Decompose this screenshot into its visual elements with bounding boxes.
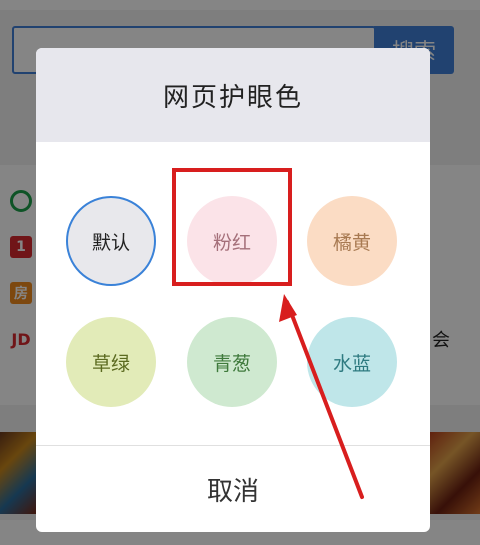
- eye-care-color-dialog: 网页护眼色 默认 粉红 橘黄 草绿 青葱 水蓝 取消: [36, 48, 430, 532]
- color-option-pink[interactable]: 粉红: [187, 196, 277, 286]
- jd-icon[interactable]: JD: [10, 328, 32, 350]
- list-text: 会: [432, 330, 450, 351]
- color-option-grass-green[interactable]: 草绿: [66, 317, 156, 407]
- color-options: 默认 粉红 橘黄 草绿 青葱 水蓝: [36, 142, 430, 448]
- color-option-default[interactable]: 默认: [66, 196, 156, 286]
- house-icon[interactable]: 房: [10, 282, 32, 304]
- dialog-title: 网页护眼色: [36, 48, 430, 142]
- news-thumbnail[interactable]: [0, 432, 36, 514]
- color-option-orange[interactable]: 橘黄: [307, 196, 397, 286]
- news-thumbnail[interactable]: [430, 432, 480, 514]
- qq-browser-icon[interactable]: [10, 190, 32, 212]
- news-icon[interactable]: 1: [10, 236, 32, 258]
- cancel-button[interactable]: 取消: [36, 446, 430, 532]
- color-option-scallion-green[interactable]: 青葱: [187, 317, 277, 407]
- top-bar: [0, 0, 480, 10]
- color-option-water-blue[interactable]: 水蓝: [307, 317, 397, 407]
